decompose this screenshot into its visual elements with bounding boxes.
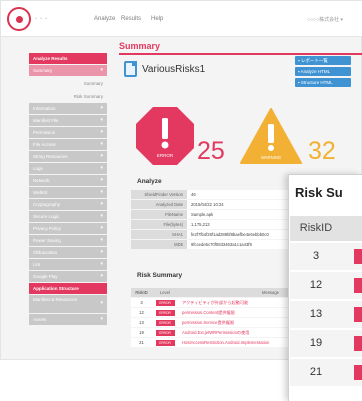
sidebar-item-privacy-policy[interactable]: Privacy Policy ▾ xyxy=(29,223,107,234)
sidebar-item-file-access[interactable]: File Access ▾ xyxy=(29,139,107,150)
sidebar-subitem-summary[interactable]: Summary xyxy=(29,77,107,90)
warning-label: WARNING xyxy=(261,155,281,160)
chevron-down-icon: ▾ xyxy=(100,225,103,231)
error-label: ERROR xyxy=(157,153,174,158)
table-row: 13 xyxy=(290,301,362,328)
table-row: 12 xyxy=(290,272,362,299)
error-badge: ERROR xyxy=(155,319,175,326)
chevron-down-icon: ▾ xyxy=(100,129,103,135)
app-name: VariousRisks1 xyxy=(142,64,206,75)
document-icon xyxy=(124,61,137,77)
chevron-down-icon: ▾ xyxy=(100,273,103,279)
sidebar-section-analyze-results: Analyze Results xyxy=(29,53,107,64)
sidebar-item-permission[interactable]: Permission ▾ xyxy=(29,127,107,138)
user-menu[interactable]: ○○○○株式会社 ▾ xyxy=(307,16,343,23)
chevron-down-icon: ▾ xyxy=(100,249,103,255)
table-row: 21 xyxy=(290,359,362,386)
zoom-header-riskid: RiskID xyxy=(299,222,333,234)
chevron-down-icon: ▾ xyxy=(100,141,103,147)
sidebar-item-webkit[interactable]: WebKit ▾ xyxy=(29,187,107,198)
chevron-down-icon: ▾ xyxy=(100,153,103,159)
error-badge: ERROR xyxy=(155,309,175,316)
sidebar-item-logs[interactable]: Logs ▾ xyxy=(29,163,107,174)
top-bar: • • • Analyze Results Help ○○○○株式会社 ▾ xyxy=(1,1,362,37)
sidebar-item-label: Summary xyxy=(33,68,53,73)
zoomed-risk-summary-callout: Risk Su RiskID 3 12 13 19 21 xyxy=(288,174,362,401)
chevron-down-icon: ▾ xyxy=(100,189,103,195)
error-badge: ERROR xyxy=(155,329,175,336)
error-octagon-icon: ERROR xyxy=(136,107,194,165)
sidebar-section-application-structure: Application Structure xyxy=(29,283,107,294)
chevron-down-icon: ▾ xyxy=(100,261,103,267)
warning-count: 32 xyxy=(308,137,336,165)
error-badge xyxy=(354,249,362,264)
sidebar-item-secure-logic[interactable]: Secure Logic ▾ xyxy=(29,211,107,222)
analyze-section-title: Analyze xyxy=(137,178,162,185)
sidebar-item-obfuscation[interactable]: Obfuscation ▾ xyxy=(29,247,107,258)
error-badge xyxy=(354,365,362,380)
logo-icon[interactable] xyxy=(7,7,31,31)
warning-triangle-icon: WARNING xyxy=(240,108,302,164)
nav-analyze[interactable]: Analyze xyxy=(94,16,115,22)
chevron-down-icon: ▾ xyxy=(100,105,103,111)
chevron-down-icon: ▾ xyxy=(100,201,103,207)
page-title: Summary xyxy=(119,41,161,51)
error-badge xyxy=(354,336,362,351)
sidebar-item-power-saving[interactable]: Power Saving ▾ xyxy=(29,235,107,246)
sidebar-item-lint[interactable]: Lint ▾ xyxy=(29,259,107,270)
logo-wordmark: • • • xyxy=(35,16,49,22)
sidebar-item-string-resources[interactable]: String Resources ▾ xyxy=(29,151,107,162)
title-divider xyxy=(119,53,362,55)
chevron-down-icon: ▾ xyxy=(100,67,103,73)
error-badge: ERROR xyxy=(155,339,175,346)
chevron-down-icon: ▾ xyxy=(100,237,103,243)
chevron-down-icon: ▾ xyxy=(100,117,103,123)
sidebar: Analyze Results Summary ▾ Summary Risk S… xyxy=(29,53,107,326)
nav-results[interactable]: Results xyxy=(121,16,141,22)
zoom-table: RiskID 3 12 13 19 21 xyxy=(290,216,362,388)
error-count: 25 xyxy=(197,137,225,165)
report-list-button[interactable]: ▪ レポート一覧 xyxy=(295,56,351,65)
sidebar-item-network[interactable]: Network ▾ xyxy=(29,175,107,186)
sidebar-item-manifest-resources[interactable]: Manifest & Resources ▾ xyxy=(29,295,107,313)
chevron-down-icon: ▾ xyxy=(100,316,103,322)
sidebar-item-summary[interactable]: Summary ▾ xyxy=(29,65,107,76)
error-badge xyxy=(354,307,362,322)
table-header: RiskID xyxy=(290,216,362,241)
analyze-html-button[interactable]: ▪ Analyze HTML xyxy=(295,67,351,76)
structure-html-button[interactable]: ▪ Structure HTML xyxy=(295,78,351,87)
chevron-down-icon: ▾ xyxy=(100,300,103,306)
sidebar-subitem-risk-summary[interactable]: Risk Summary xyxy=(29,90,107,103)
chevron-down-icon: ▾ xyxy=(100,177,103,183)
error-badge xyxy=(354,278,362,293)
risk-summary-title: Risk Summary xyxy=(137,272,183,279)
sidebar-item-assets[interactable]: Assets ▾ xyxy=(29,314,107,325)
table-row: 3 xyxy=(290,243,362,270)
sidebar-item-google-play[interactable]: Google Play ▾ xyxy=(29,271,107,282)
sidebar-item-manifest-file[interactable]: Manifest File ▾ xyxy=(29,115,107,126)
nav-help[interactable]: Help xyxy=(151,16,163,22)
zoom-title: Risk Su xyxy=(295,185,343,200)
sidebar-item-cryptography[interactable]: Cryptography ▾ xyxy=(29,199,107,210)
chevron-down-icon: ▾ xyxy=(100,165,103,171)
error-badge: ERROR xyxy=(155,299,175,306)
chevron-down-icon: ▾ xyxy=(100,213,103,219)
table-row: 19 xyxy=(290,330,362,357)
sidebar-item-information[interactable]: Information ▾ xyxy=(29,103,107,114)
